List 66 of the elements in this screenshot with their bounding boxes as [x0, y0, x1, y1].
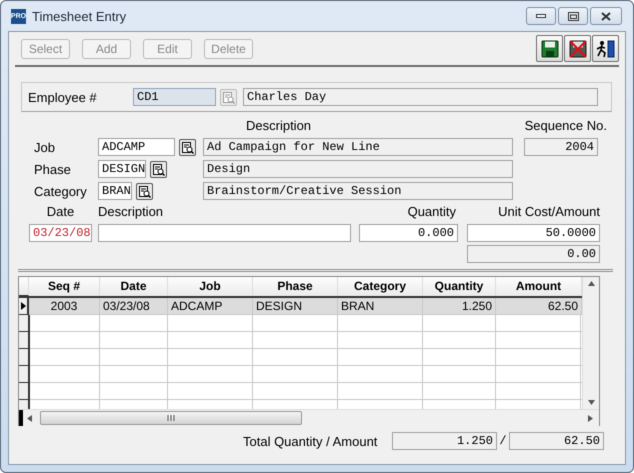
- vertical-scrollbar[interactable]: [582, 277, 599, 409]
- row-pointer-icon: [20, 302, 26, 310]
- close-button[interactable]: [590, 7, 622, 25]
- field-label: Employee #: [28, 90, 98, 104]
- scroll-up-icon[interactable]: [588, 281, 594, 286]
- code-field[interactable]: BRAN: [98, 182, 132, 200]
- minimize-icon: [536, 14, 546, 18]
- employee-number-field[interactable]: CD1: [133, 88, 216, 106]
- minimize-button[interactable]: [526, 7, 556, 25]
- field-label: Job: [34, 140, 56, 154]
- scroll-thumb[interactable]: [40, 411, 302, 425]
- scroll-left-icon[interactable]: [27, 414, 32, 422]
- exit-icon[interactable]: [592, 35, 619, 62]
- description-field: Design: [203, 160, 513, 178]
- code-field[interactable]: DESIGN: [98, 160, 146, 178]
- date-field[interactable]: 03/23/08: [29, 224, 92, 242]
- lookup-button[interactable]: [150, 160, 167, 178]
- scroll-down-icon[interactable]: [588, 400, 594, 405]
- totals-label: Total Quantity / Amount: [243, 434, 378, 448]
- row-marker: [19, 410, 23, 426]
- table-cell: 03/23/08: [100, 298, 168, 315]
- column-heading: Unit Cost/Amount: [497, 204, 600, 219]
- field-label: Phase: [34, 162, 72, 176]
- column-header[interactable]: Seq #: [29, 277, 100, 296]
- description-field: Brainstorm/Creative Session: [203, 182, 513, 200]
- column-heading: Description: [246, 118, 312, 133]
- scroll-right-icon[interactable]: [588, 414, 593, 422]
- table-cell: 2003: [29, 298, 100, 315]
- unit-cost-field[interactable]: 50.0000: [467, 224, 600, 242]
- window-title: Timesheet Entry: [32, 8, 128, 24]
- employee-name-field: Charles Day: [243, 88, 598, 106]
- lookup-button[interactable]: [136, 182, 153, 200]
- quantity-field[interactable]: 0.000: [359, 224, 458, 242]
- column-header[interactable]: Date: [100, 277, 168, 296]
- cancel-icon[interactable]: [564, 35, 591, 62]
- column-header[interactable]: Phase: [253, 277, 338, 296]
- column-header[interactable]: Job: [168, 277, 253, 296]
- grip-icon: [167, 415, 175, 421]
- column-heading: Sequence No.: [524, 118, 607, 133]
- column-heading: Date: [46, 204, 76, 219]
- table-cell: DESIGN: [253, 298, 338, 315]
- column-header[interactable]: Amount: [496, 277, 582, 296]
- sequence-field: 2004: [524, 138, 598, 156]
- total-quantity-field: 1.250: [392, 432, 497, 450]
- total-amount-field: 62.50: [509, 432, 604, 450]
- lookup-button[interactable]: [179, 138, 196, 156]
- close-icon: [601, 12, 611, 20]
- column-heading: Description: [98, 204, 164, 219]
- save-icon[interactable]: [536, 35, 563, 62]
- separator: /: [498, 434, 508, 448]
- field-label: Category: [34, 184, 88, 198]
- column-header[interactable]: Category: [338, 277, 423, 296]
- row-header: [19, 277, 29, 296]
- table-row[interactable]: 2003 03/23/08 ADCAMP DESIGN BRAN 1.250 62.50: [19, 298, 582, 315]
- code-field[interactable]: ADCAMP: [98, 138, 175, 156]
- maximize-button[interactable]: [558, 7, 588, 25]
- table-cell: 62.50: [496, 298, 582, 315]
- amount-field: 0.00: [467, 245, 600, 263]
- table-cell: ADCAMP: [168, 298, 253, 315]
- column-header[interactable]: Quantity: [423, 277, 496, 296]
- table-cell: BRAN: [338, 298, 423, 315]
- description-input[interactable]: [98, 224, 351, 242]
- table-cell: 1.250: [423, 298, 496, 315]
- column-heading: Quantity: [406, 204, 456, 219]
- restore-icon: [568, 12, 578, 20]
- description-field: Ad Campaign for New Line: [203, 138, 513, 156]
